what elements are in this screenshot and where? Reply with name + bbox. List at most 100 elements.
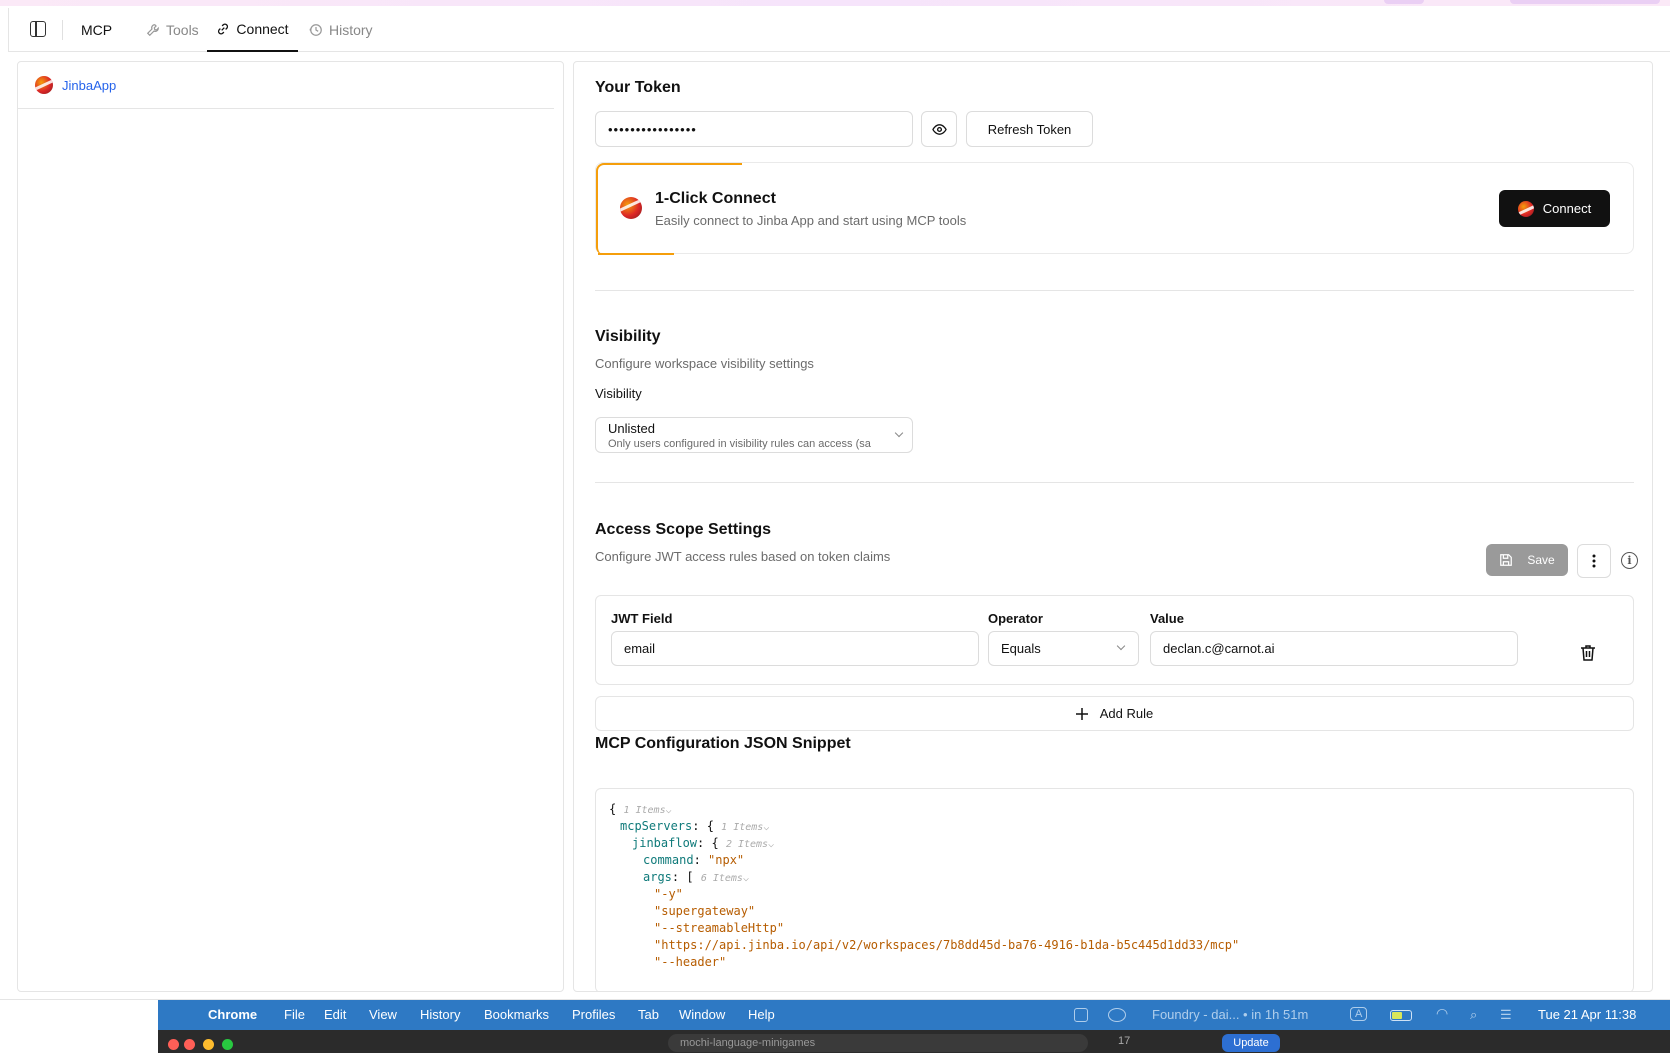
tab-label: Tools [166, 22, 199, 38]
chrome-tabstrip: mochi-language-minigames 17 Update [158, 1030, 1670, 1053]
mac-menubar: Chrome File Edit View History Bookmarks … [158, 1000, 1670, 1030]
minimize-window-icon[interactable] [203, 1039, 214, 1050]
menu-tab[interactable]: Tab [638, 1007, 659, 1022]
jwt-field-label: JWT Field [611, 611, 673, 626]
wrench-icon [146, 24, 159, 37]
json-array-item: "--header" [654, 955, 727, 969]
input-source-indicator[interactable]: A [1350, 1007, 1368, 1021]
jinba-logo-icon [1517, 200, 1534, 217]
operator-value: Equals [1001, 641, 1041, 656]
update-button[interactable]: Update [1222, 1034, 1280, 1052]
token-field[interactable]: •••••••••••••••• [595, 111, 913, 147]
menubar-app[interactable]: Chrome [208, 1007, 257, 1022]
history-icon [309, 24, 322, 36]
token-heading: Your Token [595, 79, 681, 96]
operator-label: Operator [988, 611, 1043, 626]
json-meta: 1 Items [623, 805, 666, 816]
tab-label: Connect [236, 21, 289, 37]
one-click-title: 1-Click Connect [655, 190, 776, 207]
visibility-selected: Unlisted [608, 421, 655, 436]
menu-view[interactable]: View [369, 1007, 397, 1022]
add-rule-button[interactable]: Add Rule [595, 696, 1634, 731]
sidebar-item-label: JinbaApp [62, 77, 117, 93]
wifi-icon[interactable]: ◠ [1436, 1005, 1448, 1022]
save-label: Save [1527, 553, 1555, 567]
eye-icon [931, 123, 947, 135]
divider [595, 290, 1634, 291]
add-rule-label: Add Rule [1099, 706, 1154, 721]
json-array-item: "https://api.jinba.io/api/v2/workspaces/… [654, 938, 1240, 952]
connect-button[interactable]: Connect [1499, 190, 1610, 227]
json-key: args [643, 870, 672, 884]
sidebar-item-jinbaapp[interactable]: JinbaApp [35, 76, 116, 94]
menu-help[interactable]: Help [748, 1007, 775, 1022]
json-value: "npx" [708, 853, 745, 867]
menu-edit[interactable]: Edit [324, 1007, 346, 1022]
calendar-status[interactable]: Foundry - dai... • in 1h 51m [1152, 1007, 1308, 1022]
tab-connect[interactable]: Connect [207, 8, 298, 52]
divider [595, 482, 1634, 483]
operator-select[interactable]: Equals [988, 631, 1139, 666]
visibility-heading: Visibility [595, 328, 661, 345]
show-token-button[interactable] [921, 111, 957, 147]
profile-pill [1510, 0, 1660, 4]
server-list-panel: JinbaApp [17, 61, 564, 992]
spotlight-icon[interactable]: ⌕ [1470, 1007, 1477, 1023]
close-window-icon[interactable] [168, 1039, 179, 1050]
connect-panel: Your Token •••••••••••••••• Refresh Toke… [573, 61, 1653, 992]
menu-profiles[interactable]: Profiles [572, 1007, 615, 1022]
json-array-item: "-y" [654, 887, 683, 901]
creative-cloud-icon[interactable] [1108, 1008, 1126, 1022]
json-meta: 1 Items [721, 822, 764, 833]
tab-count[interactable]: 17 [1118, 1035, 1130, 1047]
chevron-down-icon [1116, 641, 1126, 651]
address-bar[interactable]: mochi-language-minigames [668, 1034, 1088, 1052]
json-key: mcpServers [620, 819, 693, 833]
jinba-logo-icon [35, 76, 53, 94]
visibility-select[interactable]: Unlisted Only users configured in visibi… [595, 417, 913, 453]
rule-row: JWT Field Operator Value email Equals de… [595, 595, 1634, 685]
menu-window[interactable]: Window [679, 1007, 725, 1022]
json-snippet-heading: MCP Configuration JSON Snippet [595, 735, 851, 752]
app-title: MCP [81, 22, 113, 38]
menu-bookmarks[interactable]: Bookmarks [484, 1007, 549, 1022]
json-key: command [643, 853, 694, 867]
menu-history[interactable]: History [420, 1007, 460, 1022]
battery-icon[interactable] [1390, 1010, 1412, 1021]
one-click-subtitle: Easily connect to Jinba App and start us… [655, 213, 967, 228]
json-meta: 2 Items [725, 839, 769, 850]
visibility-description: Configure workspace visibility settings [595, 356, 814, 371]
json-snippet-viewer[interactable]: { 1 Items⌵ mcpServers: { 1 Items⌵ jinbaf… [595, 788, 1634, 991]
screen-record-icon[interactable] [1074, 1008, 1088, 1022]
card-accent [596, 163, 742, 255]
visibility-hint: Only users configured in visibility rule… [608, 438, 871, 450]
value-label: Value [1150, 611, 1184, 626]
trash-icon[interactable] [1580, 644, 1596, 662]
maximize-window-icon[interactable] [222, 1039, 233, 1050]
divider [62, 20, 63, 40]
access-scope-description: Configure JWT access rules based on toke… [595, 549, 891, 564]
top-nav: MCP Tools Connect History [8, 8, 1670, 52]
menubar-clock[interactable]: Tue 21 Apr 11:38 [1538, 1007, 1636, 1022]
json-meta: 6 Items [700, 873, 743, 884]
one-click-connect-card: 1-Click Connect Easily connect to Jinba … [595, 162, 1634, 255]
tab-tools[interactable]: Tools [146, 8, 200, 52]
save-button[interactable]: Save [1486, 544, 1568, 576]
control-center-icon[interactable]: ☰ [1500, 1007, 1512, 1023]
json-array-item: "--streamableHttp" [654, 921, 785, 935]
value-input[interactable]: declan.c@carnot.ai [1150, 631, 1518, 666]
refresh-token-button[interactable]: Refresh Token [966, 111, 1093, 147]
plus-icon [1075, 707, 1088, 720]
close-window-icon[interactable] [184, 1039, 195, 1050]
menu-file[interactable]: File [284, 1007, 305, 1022]
link-icon [218, 23, 229, 35]
desktop-margin [0, 1000, 158, 1053]
connect-button-label: Connect [1542, 201, 1592, 216]
json-array-item: "supergateway" [654, 904, 756, 918]
floppy-disk-icon [1500, 554, 1513, 566]
info-icon[interactable]: i [1621, 552, 1638, 569]
tab-history[interactable]: History [309, 8, 379, 52]
more-options-button[interactable] [1577, 544, 1611, 578]
sidebar-toggle-icon[interactable] [30, 21, 46, 37]
jwt-field-input[interactable]: email [611, 631, 979, 666]
